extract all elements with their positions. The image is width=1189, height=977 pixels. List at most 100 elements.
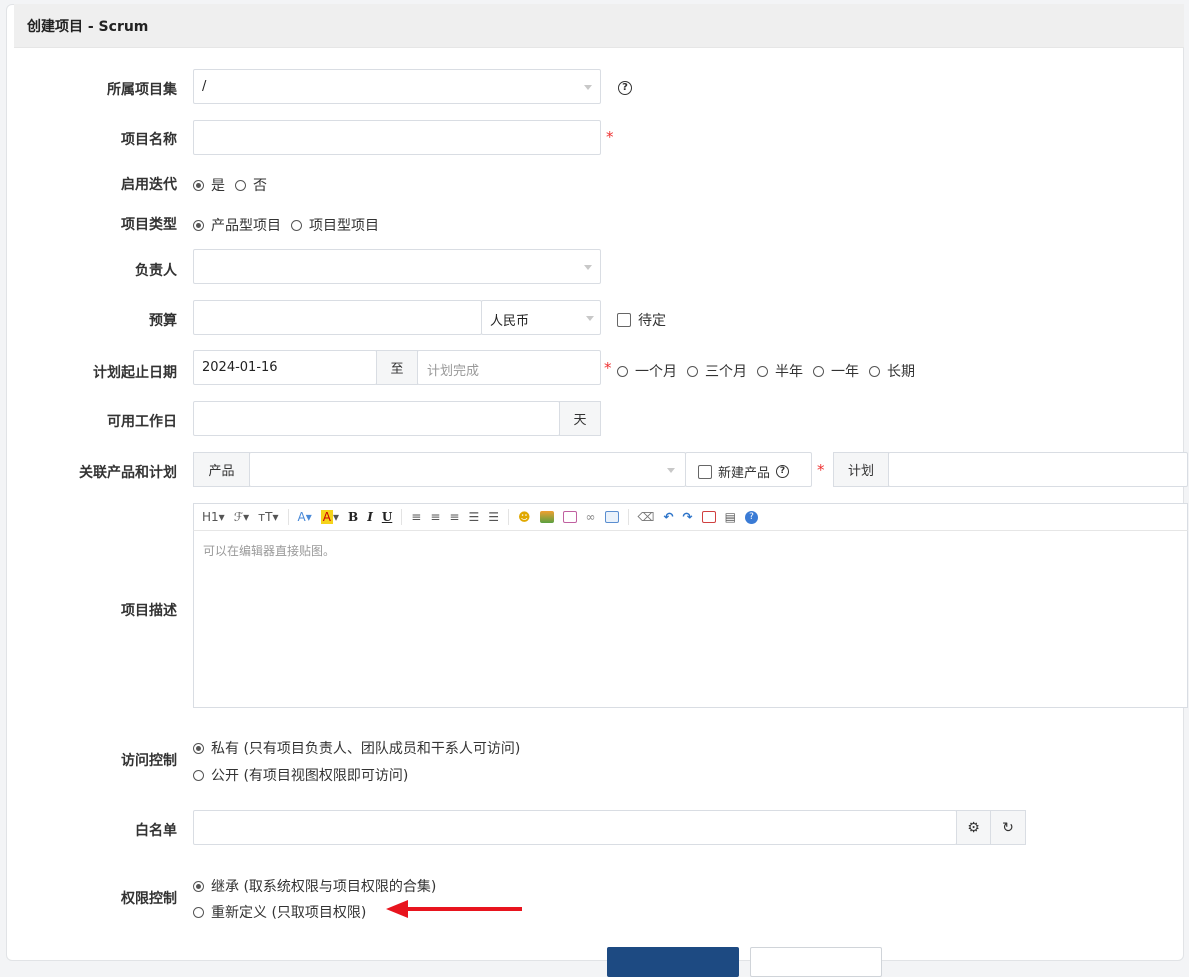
- editor-placeholder: 可以在编辑器直接贴图。: [203, 544, 336, 558]
- quick-half-year-label: 半年: [775, 364, 803, 380]
- begin-date-value: 2024-01-16: [202, 360, 278, 375]
- new-product-checkbox[interactable]: [698, 464, 712, 479]
- program-select[interactable]: /: [193, 69, 601, 104]
- ordered-list-icon[interactable]: ☰: [468, 508, 479, 526]
- quick-one-month-label: 一个月: [635, 364, 677, 380]
- align-right-icon[interactable]: ≡: [449, 508, 459, 526]
- quick-one-year-label: 一年: [831, 364, 859, 380]
- iteration-no-radio[interactable]: [235, 179, 246, 191]
- type-product-radio[interactable]: [193, 219, 204, 231]
- refresh-icon[interactable]: ↻: [990, 810, 1026, 845]
- bg-color-label: A: [320, 510, 333, 524]
- code-icon[interactable]: [562, 508, 577, 526]
- type-label: 项目类型: [121, 217, 177, 233]
- source-icon[interactable]: ▤: [725, 508, 736, 526]
- budget-label: 预算: [149, 313, 177, 329]
- italic-button[interactable]: I: [367, 508, 373, 526]
- description-editor[interactable]: 可以在编辑器直接贴图。: [193, 531, 1188, 708]
- image-icon[interactable]: [539, 508, 554, 526]
- owner-label: 负责人: [135, 263, 177, 279]
- bold-button[interactable]: B: [348, 508, 358, 526]
- currency-select[interactable]: 人民币: [481, 300, 601, 335]
- end-date-input[interactable]: 计划完成: [417, 350, 601, 385]
- align-center-icon[interactable]: ≡: [430, 508, 440, 526]
- quick-three-months-label: 三个月: [705, 364, 747, 380]
- underline-button[interactable]: U: [382, 508, 392, 526]
- align-left-icon[interactable]: ≡: [411, 508, 421, 526]
- date-quick-options: 一个月 三个月 半年 一年 长期: [617, 361, 915, 381]
- quick-three-months-radio[interactable]: [687, 365, 698, 377]
- workdays-label: 可用工作日: [107, 414, 177, 430]
- program-label: 所属项目集: [107, 82, 177, 98]
- back-button[interactable]: [750, 947, 882, 977]
- chevron-down-icon: [584, 85, 592, 90]
- quick-long-term-radio[interactable]: [869, 365, 880, 377]
- plan-select[interactable]: [888, 452, 1188, 487]
- begin-date-input[interactable]: 2024-01-16: [193, 350, 377, 385]
- panel-header: [14, 4, 1184, 48]
- type-project-radio[interactable]: [291, 219, 302, 231]
- help-icon[interactable]: ?: [776, 465, 790, 478]
- product-select[interactable]: [249, 452, 686, 487]
- chevron-down-icon: [667, 468, 675, 473]
- quick-half-year-radio[interactable]: [757, 365, 768, 377]
- table-icon[interactable]: [604, 508, 619, 526]
- save-button[interactable]: [607, 947, 739, 977]
- whitelist-select[interactable]: [193, 810, 957, 845]
- tbd-checkbox[interactable]: [617, 313, 631, 327]
- program-select-value: /: [202, 79, 207, 94]
- auth-label: 权限控制: [121, 891, 177, 907]
- type-product-label: 产品型项目: [211, 218, 281, 234]
- product-addon: 产品: [193, 452, 250, 487]
- font-size-button[interactable]: тT ▾: [258, 508, 278, 526]
- heading-button-label: H1: [202, 510, 219, 524]
- iteration-yes-label: 是: [211, 178, 225, 194]
- budget-input[interactable]: [193, 300, 482, 335]
- bullet-list-icon[interactable]: ☰: [488, 508, 499, 526]
- required-mark: *: [604, 359, 612, 377]
- acl-label: 访问控制: [121, 753, 177, 769]
- quick-long-term-label: 长期: [887, 364, 915, 380]
- panel-title: 创建项目 - Scrum: [27, 19, 149, 35]
- auth-inherit-option: 继承 (取系统权限与项目权限的合集): [193, 876, 436, 896]
- emoji-icon[interactable]: ☻: [518, 508, 531, 526]
- font-color-button[interactable]: A ▾: [298, 508, 312, 526]
- acl-open-option: 公开 (有项目视图权限即可访问): [193, 765, 408, 785]
- desc-label: 项目描述: [121, 603, 177, 619]
- auth-redefine-option: 重新定义 (只取项目权限): [193, 902, 366, 922]
- whitelist-label: 白名单: [135, 823, 177, 839]
- bg-color-button[interactable]: A ▾: [320, 508, 339, 526]
- gear-icon[interactable]: ⚙: [956, 810, 991, 845]
- link-icon[interactable]: ∞: [586, 508, 596, 526]
- fullscreen-icon[interactable]: [701, 508, 716, 526]
- quick-one-year-radio[interactable]: [813, 365, 824, 377]
- iteration-yes-radio[interactable]: [193, 179, 204, 191]
- tbd-label: 待定: [638, 313, 666, 329]
- acl-private-radio[interactable]: [193, 742, 204, 754]
- iteration-radio-group: 是 否: [193, 175, 267, 195]
- quick-one-month-radio[interactable]: [617, 365, 628, 377]
- auth-inherit-label: 继承 (取系统权限与项目权限的合集): [211, 879, 437, 895]
- currency-value: 人民币: [490, 314, 530, 329]
- dates-label: 计划起止日期: [93, 365, 177, 381]
- name-label: 项目名称: [121, 132, 177, 148]
- heading-button[interactable]: H1 ▾: [202, 508, 225, 526]
- auth-redefine-radio[interactable]: [193, 906, 204, 918]
- annotation-arrow-icon: [386, 900, 522, 918]
- undo-icon[interactable]: ↶: [663, 508, 673, 526]
- owner-select[interactable]: [193, 249, 601, 284]
- budget-tbd[interactable]: 待定: [617, 310, 666, 330]
- acl-open-radio[interactable]: [193, 769, 204, 781]
- eraser-icon[interactable]: ⌫: [638, 508, 655, 526]
- redo-icon[interactable]: ↷: [683, 508, 693, 526]
- new-product-toggle[interactable]: 新建产品 ?: [685, 452, 812, 487]
- project-name-input[interactable]: [193, 120, 601, 155]
- font-family-button[interactable]: ℱ ▾: [234, 508, 249, 526]
- workdays-input[interactable]: [193, 401, 560, 436]
- about-icon[interactable]: ?: [744, 508, 758, 526]
- end-date-placeholder: 计划完成: [427, 364, 480, 379]
- acl-open-label: 公开 (有项目视图权限即可访问): [211, 768, 409, 784]
- help-icon[interactable]: ?: [618, 81, 632, 95]
- auth-inherit-radio[interactable]: [193, 880, 204, 892]
- required-mark: *: [606, 128, 614, 146]
